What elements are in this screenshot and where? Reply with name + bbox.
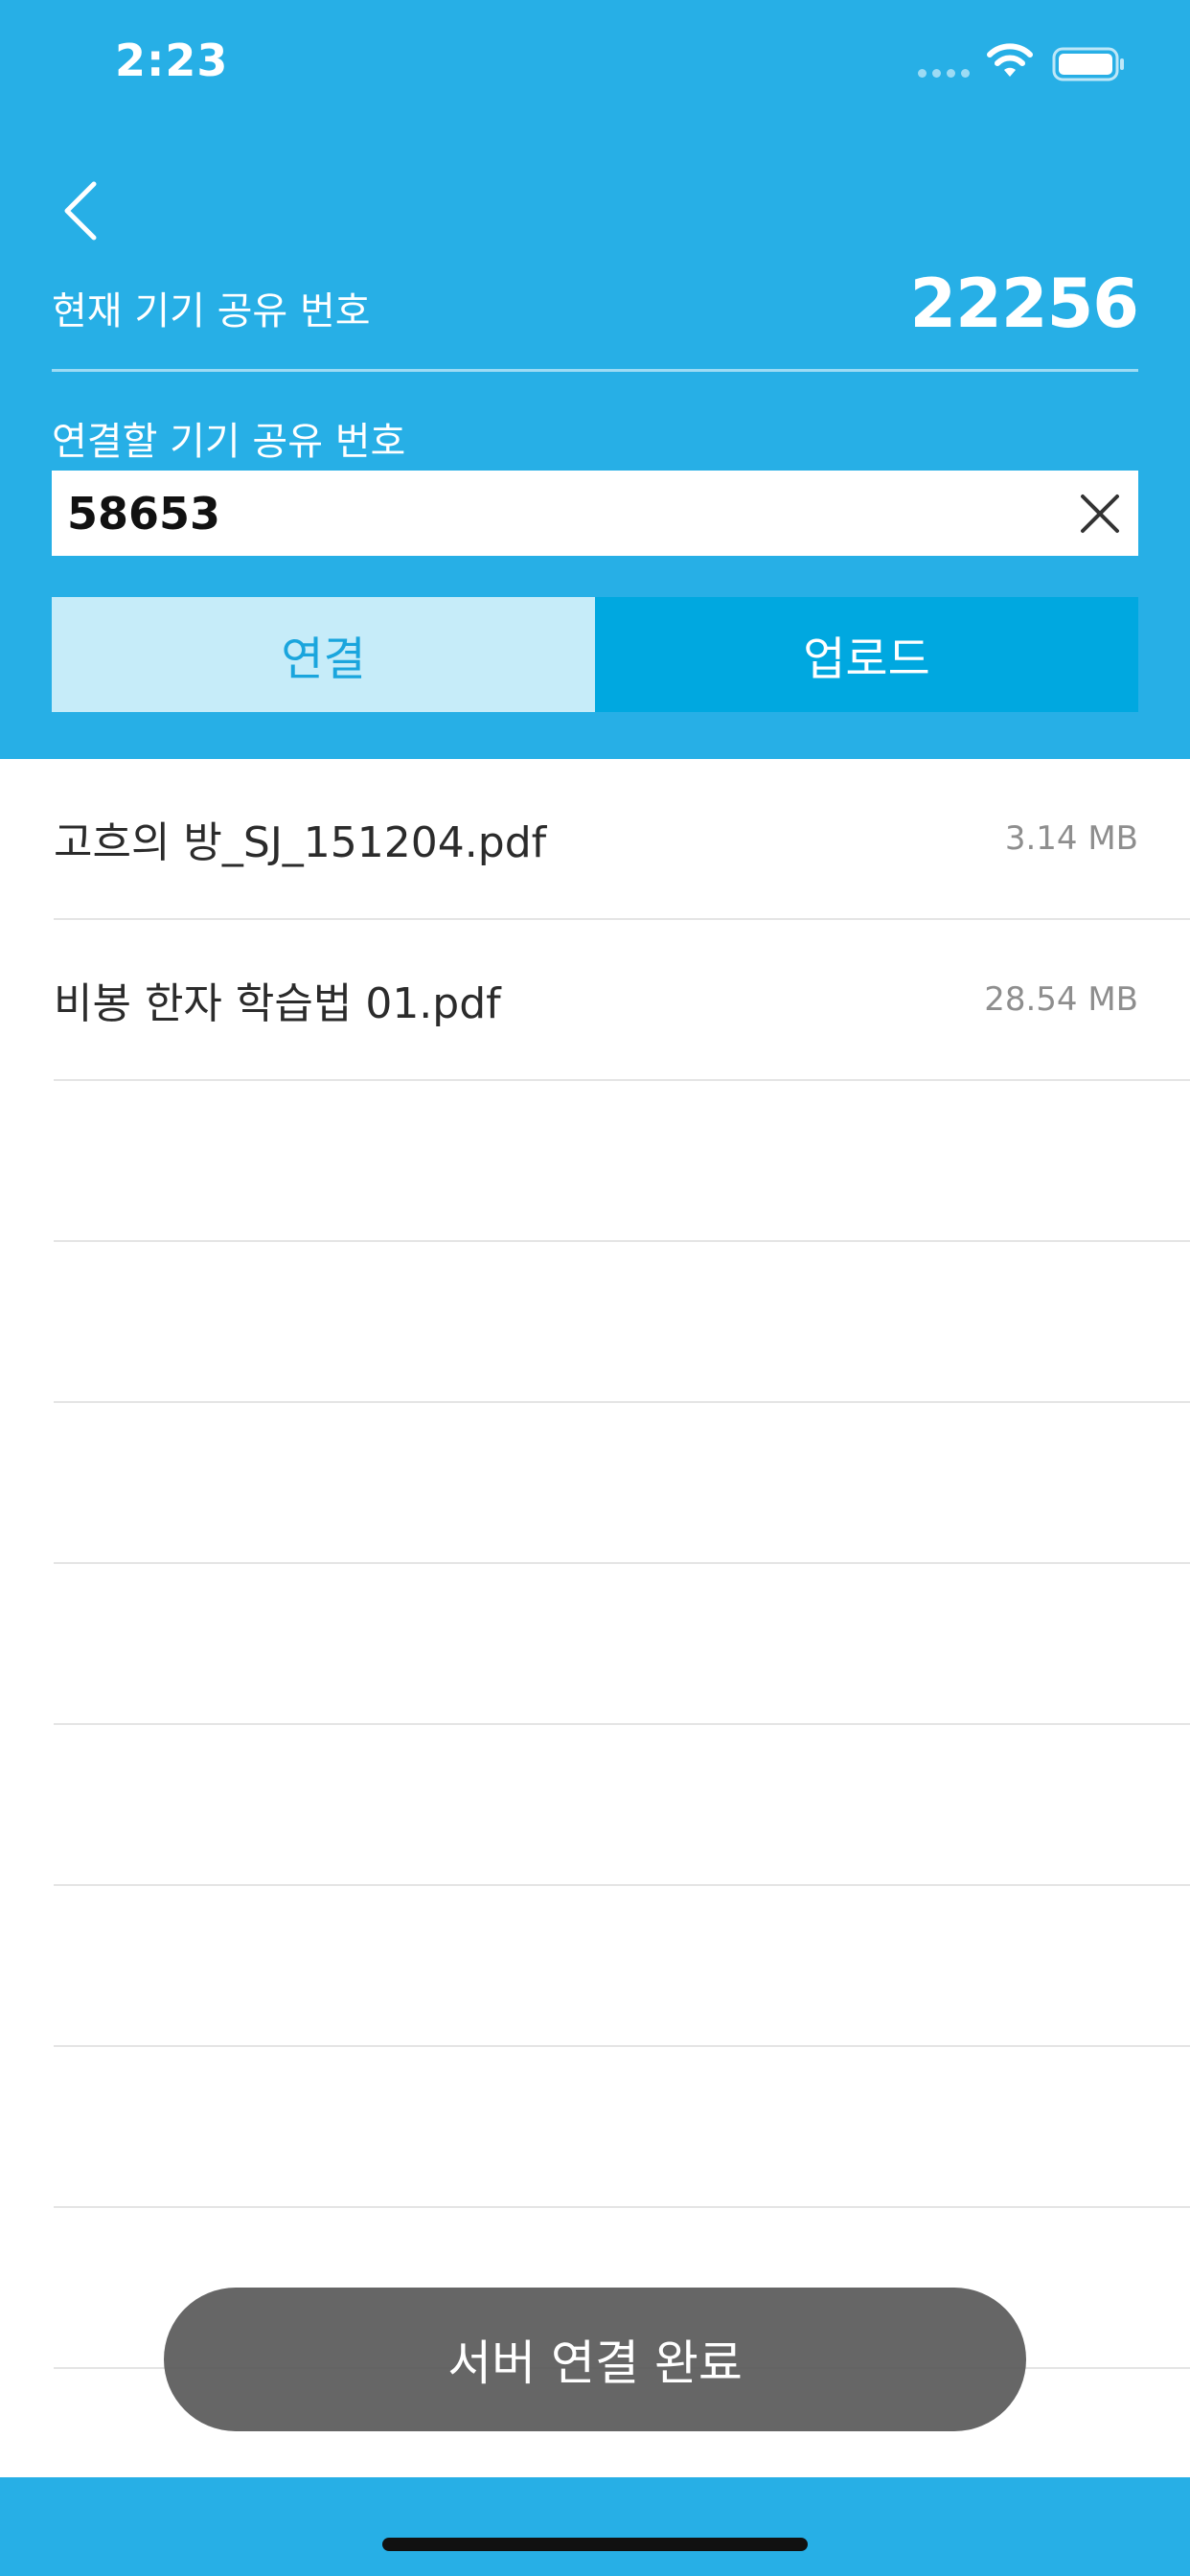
empty-row (54, 2047, 1190, 2208)
target-share-field (52, 471, 1138, 556)
home-indicator[interactable] (382, 2538, 808, 2551)
file-list: 고흐의 방_SJ_151204.pdf 3.14 MB 비봉 한자 학습법 01… (0, 759, 1190, 2369)
list-item[interactable]: 고흐의 방_SJ_151204.pdf 3.14 MB (54, 759, 1190, 920)
connect-button[interactable]: 연결 (52, 597, 595, 712)
current-share-label: 현재 기기 공유 번호 (52, 289, 371, 334)
close-icon (1081, 494, 1119, 533)
empty-row (54, 1564, 1190, 1725)
target-share-input[interactable] (52, 471, 1062, 556)
file-name: 비봉 한자 학습법 01.pdf (54, 979, 501, 1028)
chevron-left-icon (64, 181, 97, 241)
action-buttons: 연결 업로드 (52, 597, 1138, 712)
target-share-label: 연결할 기기 공유 번호 (52, 420, 406, 464)
back-button[interactable] (46, 172, 115, 249)
upload-button[interactable]: 업로드 (595, 597, 1138, 712)
file-size: 3.14 MB (1004, 819, 1138, 858)
bottom-bar (0, 2477, 1190, 2576)
file-name: 고흐의 방_SJ_151204.pdf (54, 818, 547, 867)
header: 2:23 현재 기기 공유 번호 22256 연결할 기기 공유 번호 5865… (0, 0, 1190, 759)
list-item[interactable]: 비봉 한자 학습법 01.pdf 28.54 MB (54, 920, 1190, 1081)
empty-row (54, 1242, 1190, 1403)
file-size: 28.54 MB (984, 980, 1138, 1019)
empty-row (54, 1725, 1190, 1886)
header-divider (52, 369, 1138, 372)
status-time: 2:23 (115, 34, 229, 86)
battery-icon (1052, 47, 1124, 81)
wifi-icon (987, 43, 1033, 77)
empty-row (54, 1403, 1190, 1564)
screen: 2:23 현재 기기 공유 번호 22256 연결할 기기 공유 번호 5865… (0, 0, 1190, 2576)
empty-row (54, 1886, 1190, 2047)
toast-message: 서버 연결 완료 (164, 2288, 1026, 2431)
cellular-signal-icon (918, 69, 970, 78)
empty-row (54, 1081, 1190, 1242)
current-share-number: 22256 (909, 264, 1139, 343)
clear-button[interactable] (1062, 471, 1138, 556)
